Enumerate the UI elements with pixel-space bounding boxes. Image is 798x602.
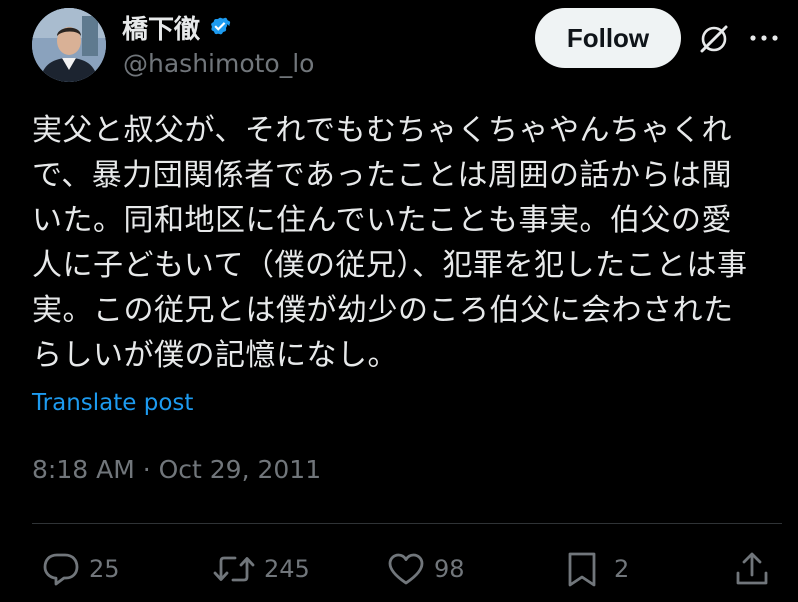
- avatar[interactable]: [32, 8, 106, 82]
- divider: [32, 523, 782, 524]
- follow-button[interactable]: Follow: [535, 8, 681, 68]
- repost-button[interactable]: 245: [213, 549, 310, 589]
- timestamp-separator: ·: [134, 455, 159, 484]
- more-icon[interactable]: [744, 20, 784, 56]
- reply-button[interactable]: 25: [42, 549, 120, 589]
- like-count: 98: [434, 555, 465, 583]
- bookmark-count: 2: [614, 555, 630, 583]
- tweet-time: 8:18 AM: [32, 455, 135, 484]
- verified-badge-icon: [206, 13, 234, 41]
- grok-icon[interactable]: [693, 18, 735, 60]
- display-name[interactable]: 橋下徹: [122, 9, 200, 46]
- avatar-image: [32, 8, 106, 82]
- reply-count: 25: [89, 555, 120, 583]
- timestamp[interactable]: 8:18 AM · Oct 29, 2011: [32, 455, 321, 484]
- bookmark-button[interactable]: 2: [565, 549, 629, 589]
- share-icon: [733, 550, 771, 588]
- display-name-row: 橋下徹: [122, 8, 234, 46]
- like-icon: [387, 552, 425, 586]
- translate-post-link[interactable]: Translate post: [32, 390, 193, 416]
- user-handle[interactable]: @hashimoto_lo: [123, 49, 314, 78]
- tweet-date: Oct 29, 2011: [158, 455, 322, 484]
- like-button[interactable]: 98: [387, 549, 465, 589]
- share-button[interactable]: [733, 549, 771, 589]
- bookmark-icon: [565, 550, 599, 588]
- tweet-text: 実父と叔父が、それでもむちゃくちゃやんちゃくれ で、暴力団関係者であったことは周…: [32, 113, 748, 373]
- reply-icon: [42, 551, 80, 587]
- repost-count: 245: [264, 555, 310, 583]
- repost-icon: [213, 552, 255, 586]
